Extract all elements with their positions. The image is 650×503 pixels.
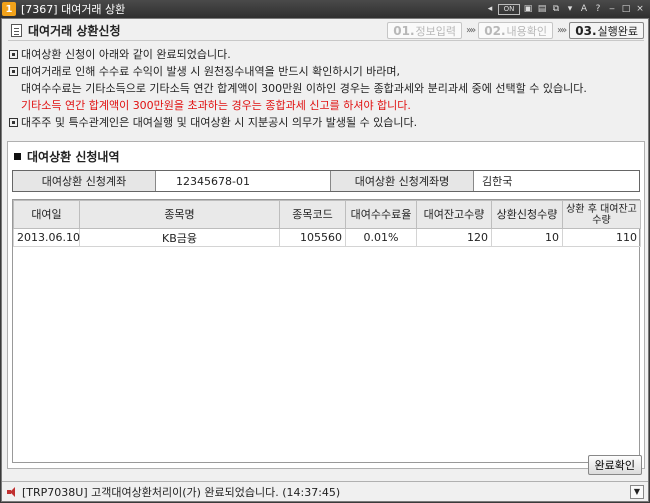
- table-row[interactable]: 2013.06.10 KB금융 105560 0.01% 120 10 110: [13, 228, 641, 247]
- step-separator-icon: »»: [557, 25, 567, 36]
- cell-lend-date: 2013.06.10: [13, 228, 80, 247]
- cell-fee-rate: 0.01%: [345, 228, 417, 247]
- cell-stock-code: 105560: [279, 228, 346, 247]
- app-number-badge: 1: [2, 2, 16, 16]
- screen-icon[interactable]: ▣: [522, 3, 534, 15]
- col-header-lend-date[interactable]: 대여일: [13, 200, 80, 229]
- square-bullet-icon: [14, 153, 21, 160]
- col-header-balance-after[interactable]: 상환 후 대여잔고수량: [562, 200, 641, 229]
- title-controls: ◂ ON ▣ ▤ ⧉ ▾ A ? ‒ □ ×: [484, 3, 650, 15]
- col-header-repay-qty[interactable]: 상환신청수량: [491, 200, 563, 229]
- window-titlebar[interactable]: 1 [7367] 대여거래 상환 ◂ ON ▣ ▤ ⧉ ▾ A ? ‒ □ ×: [0, 0, 650, 18]
- bullet-icon: [9, 67, 18, 76]
- bullet-icon: [9, 50, 18, 59]
- page-title: 대여거래 상환신청: [28, 24, 121, 38]
- step-execution-complete: 03. 실행완료: [569, 22, 644, 39]
- account-name-value: 김한국: [474, 171, 639, 191]
- repayment-table: 대여일 종목명 종목코드 대여수수료율 대여잔고수량 상환신청수량 상환 후 대…: [13, 200, 641, 247]
- notice-item: 대여상환 신청이 아래와 같이 완료되었습니다.: [8, 46, 644, 63]
- step-info-input: 01. 정보입력: [387, 22, 462, 39]
- step-indicator: 01. 정보입력 »» 02. 내용확인 »» 03. 실행완료: [387, 22, 644, 39]
- col-header-stock-name[interactable]: 종목명: [79, 200, 280, 229]
- close-icon[interactable]: ×: [634, 3, 646, 15]
- cell-lend-balance: 120: [416, 228, 492, 247]
- account-label: 대여상환 신청계좌: [13, 171, 156, 191]
- account-name-label: 대여상환 신청계좌명: [331, 171, 474, 191]
- col-header-lend-balance[interactable]: 대여잔고수량: [416, 200, 492, 229]
- document-icon: [11, 24, 22, 37]
- notice-item: 대주주 및 특수관계인은 대여실행 및 대여상환 시 지분공시 의무가 발생될 …: [8, 114, 644, 131]
- confirm-complete-button[interactable]: 완료확인: [587, 455, 642, 475]
- cell-stock-name: KB금융: [79, 228, 280, 247]
- account-value: 12345678-01: [156, 171, 331, 191]
- step-content-confirm: 02. 내용확인: [478, 22, 553, 39]
- bullet-icon: [9, 118, 18, 127]
- save-screen-icon[interactable]: ▤: [536, 3, 548, 15]
- maximize-icon[interactable]: □: [620, 3, 632, 15]
- cell-repay-qty: 10: [491, 228, 563, 247]
- window-title: [7367] 대여거래 상환: [21, 3, 126, 16]
- main-window: 대여거래 상환신청 01. 정보입력 »» 02. 내용확인 »» 03. 실행완료 …: [1, 18, 649, 502]
- speaker-icon: [7, 486, 17, 497]
- section-title: 대여상환 신청내역: [14, 148, 120, 165]
- link-toggle-button[interactable]: ON: [498, 3, 520, 15]
- col-header-fee-rate[interactable]: 대여수수료율: [345, 200, 417, 229]
- page-header: 대여거래 상환신청 01. 정보입력 »» 02. 내용확인 »» 03. 실행완료: [8, 21, 644, 41]
- notice-continuation: 대여수수료는 기타소득으로 기타소득 연간 합계액이 300만원 이하인 경우는…: [21, 82, 587, 95]
- copy-icon[interactable]: ⧉: [550, 3, 562, 15]
- chevron-down-icon[interactable]: ▼: [630, 484, 644, 499]
- notice-item: 대여거래로 인해 수수료 수익이 발생 시 원천징수내역을 반드시 확인하시기 …: [8, 63, 644, 80]
- minimize-icon[interactable]: ‒: [606, 3, 618, 15]
- notice-warning: 기타소득 연간 합계액이 300만원을 초과하는 경우는 종합과세 신고를 하셔…: [21, 99, 411, 112]
- status-bar: [TRP7038U] 고객대여상환처리이(가) 완료되었습니다. (14:37:…: [2, 481, 648, 501]
- link-prev-icon[interactable]: ◂: [484, 3, 496, 15]
- notice-list: 대여상환 신청이 아래와 같이 완료되었습니다. 대여거래로 인해 수수료 수익…: [8, 46, 644, 131]
- status-message: [TRP7038U] 고객대여상환처리이(가) 완료되었습니다. (14:37:…: [22, 485, 341, 499]
- repayment-detail-panel: 대여상환 신청내역 대여상환 신청계좌 12345678-01 대여상환 신청계…: [7, 141, 645, 469]
- help-icon[interactable]: ?: [592, 3, 604, 15]
- account-info-row: 대여상환 신청계좌 12345678-01 대여상환 신청계좌명 김한국: [12, 170, 640, 192]
- cell-balance-after: 110: [562, 228, 641, 247]
- table-header-row: 대여일 종목명 종목코드 대여수수료율 대여잔고수량 상환신청수량 상환 후 대…: [13, 200, 641, 229]
- pin-icon[interactable]: ▾: [564, 3, 576, 15]
- repayment-grid[interactable]: 대여일 종목명 종목코드 대여수수료율 대여잔고수량 상환신청수량 상환 후 대…: [12, 199, 641, 463]
- font-size-icon[interactable]: A: [578, 3, 590, 15]
- step-separator-icon: »»: [466, 25, 476, 36]
- col-header-stock-code[interactable]: 종목코드: [279, 200, 346, 229]
